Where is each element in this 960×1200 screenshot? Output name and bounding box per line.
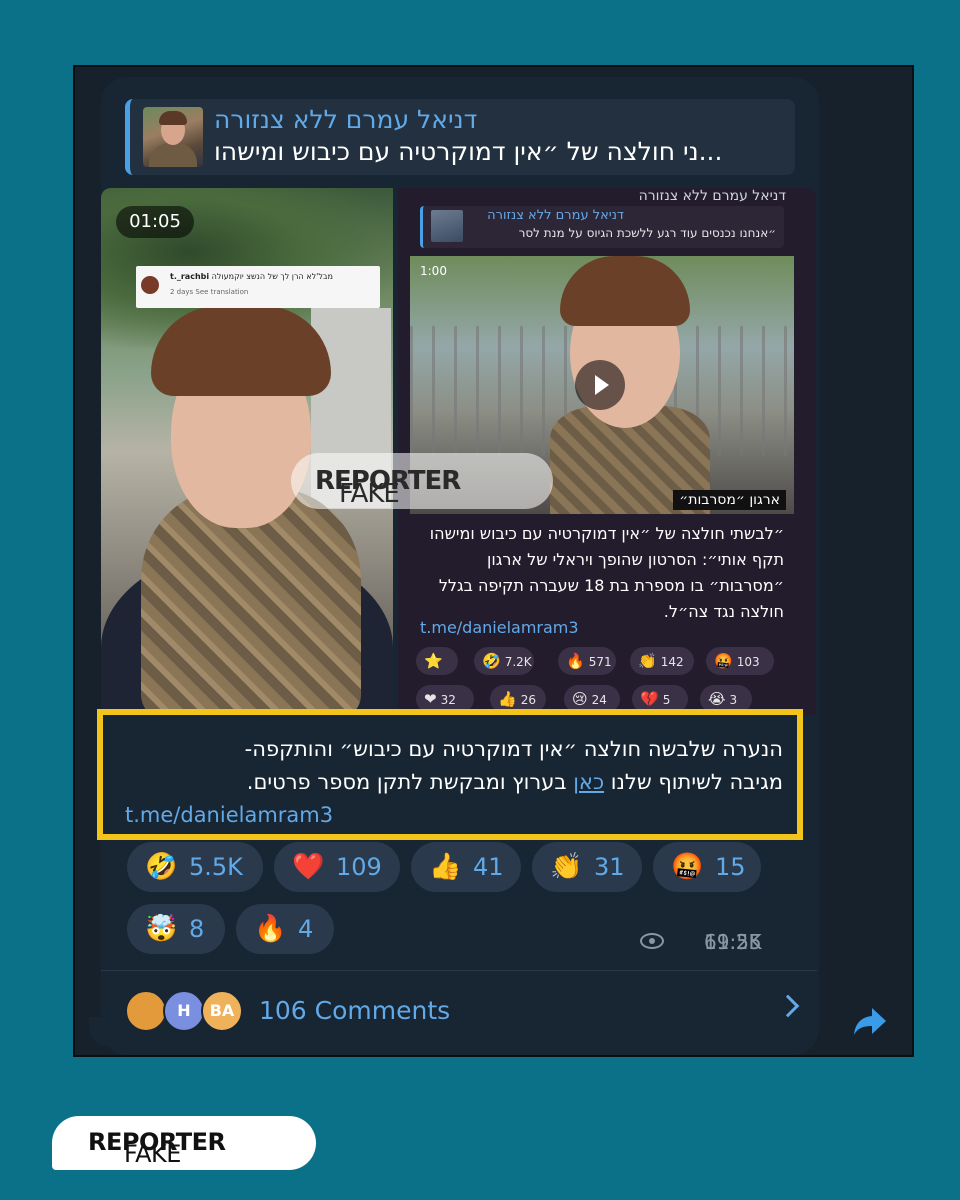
- reaction-icon: 🔥: [254, 914, 287, 944]
- reaction-count: 109: [336, 853, 382, 881]
- mini-reaction-icon: 👍: [498, 690, 517, 708]
- comment-meta: 2 days See translation: [170, 288, 249, 296]
- message-link[interactable]: t.me/danielamram3: [125, 803, 333, 827]
- reaction-count: 4: [298, 915, 314, 943]
- comments-button[interactable]: 106 Comments: [259, 996, 450, 1025]
- mini-reaction-icon: 👏: [638, 652, 657, 670]
- mini-reaction-chip: 🤬 103: [706, 647, 774, 675]
- mini-reaction-chip: 👏 142: [630, 647, 694, 675]
- video-label: ארגון ״מסרבות״: [673, 490, 786, 510]
- right-reply-author: דניאל עמרם ללא צנזורה: [487, 208, 624, 223]
- mini-reaction-icon: 💔: [640, 690, 659, 708]
- mini-reaction-chip: 🔥 571: [558, 647, 616, 675]
- reaction-count: 5.5K: [189, 853, 243, 881]
- play-icon[interactable]: [575, 360, 625, 410]
- avatar: H: [163, 990, 205, 1032]
- mini-reaction-icon: 🔥: [566, 652, 585, 670]
- reply-author: דניאל עמרם ללא צנזורה: [214, 105, 478, 134]
- post-time: 19:55: [704, 930, 762, 954]
- avatar: [125, 990, 167, 1032]
- here-link[interactable]: כאן: [573, 770, 604, 794]
- mini-reaction-count: 24: [591, 693, 607, 707]
- right-reply-text: ״אנחנו נכנסים עוד רגע ללשכת הגיוס על מנת…: [518, 226, 776, 240]
- mini-reaction-chip: 🤣 7.2K: [474, 647, 534, 675]
- commenter-avatars: H BA: [125, 990, 245, 1036]
- mini-reaction-count: 142: [660, 655, 684, 669]
- mini-reaction-count: 103: [736, 655, 760, 669]
- comment-user: t._rachbi: [170, 272, 210, 281]
- eye-icon: [640, 933, 664, 949]
- mini-reaction-count: 32: [440, 693, 456, 707]
- mini-reaction-icon: 😢: [572, 690, 588, 708]
- reaction-icon: 👍: [429, 852, 462, 882]
- mini-reaction-icon: 🤣: [482, 652, 501, 670]
- right-video-time: 1:00: [420, 264, 447, 278]
- avatar: BA: [201, 990, 243, 1032]
- right-link[interactable]: t.me/danielamram3: [420, 618, 579, 637]
- reaction-count: 41: [473, 853, 504, 881]
- reaction-chip[interactable]: 👍 41: [411, 842, 521, 892]
- comment-text: מבל'לא הרן לך של הנשצ יוקמעולה: [211, 272, 333, 281]
- divider: [101, 970, 817, 971]
- reaction-chip[interactable]: 🤯 8: [127, 904, 225, 954]
- video-duration: 01:05: [116, 206, 194, 238]
- highlighted-message: הנערה שלבשה חולצה ״אין דמוקרטיה עם כיבוש…: [97, 709, 803, 840]
- reaction-count: 31: [594, 853, 625, 881]
- right-channel-name: דניאל עמרם ללא צנזורה: [638, 188, 786, 204]
- reply-preview[interactable]: דניאל עמרם ללא צנזורה ני חולצה של ״אין ד…: [125, 99, 795, 175]
- mini-reaction-count: 3: [729, 693, 738, 707]
- reaction-chip[interactable]: 👏 31: [532, 842, 642, 892]
- mini-reaction-icon: 😭: [708, 690, 726, 708]
- reaction-chip[interactable]: 🤬 15: [653, 842, 761, 892]
- reaction-chip[interactable]: 🤣 5.5K: [127, 842, 263, 892]
- mini-reaction-icon: ⭐: [424, 652, 443, 670]
- share-icon[interactable]: [852, 1004, 888, 1038]
- message-line2-start: מגיבה לשיתוף שלנו: [610, 770, 783, 794]
- watermark-part1: FAKE: [339, 479, 400, 509]
- right-reply-preview: דניאל עמרם ללא צנזורה ״אנחנו נכנסים עוד …: [420, 206, 784, 248]
- mini-reaction-chip: ⭐: [416, 647, 458, 675]
- reaction-count: 8: [189, 915, 205, 943]
- reply-thumbnail: [143, 107, 203, 167]
- reaction-icon: ❤️: [292, 852, 325, 882]
- mini-reaction-count: 7.2K: [504, 655, 532, 669]
- reaction-chip[interactable]: ❤️ 109: [274, 842, 400, 892]
- mini-reaction-count: 571: [588, 655, 612, 669]
- reaction-icon: 🤯: [145, 914, 178, 944]
- right-caption: ״לבשתי חולצה של ״אין דמוקרטיה עם כיבוש ו…: [429, 524, 784, 621]
- fakereporter-logo: FAKE REPORTER: [52, 1116, 316, 1170]
- mini-reaction-count: 5: [662, 693, 671, 707]
- reply-text: ני חולצה של ״אין דמוקרטיה עם כיבוש ומישה…: [214, 137, 723, 166]
- reaction-count: 15: [715, 853, 746, 881]
- right-screenshot[interactable]: דניאל עמרם ללא צנזורה דניאל עמרם ללא צנז…: [398, 188, 816, 715]
- left-video[interactable]: t._rachbi מבל'לא הרן לך של הנשצ יוקמעולה…: [101, 188, 393, 715]
- message-line2-end: בערוץ ומבקשת לתקן מספר פרטים.: [246, 770, 567, 794]
- reaction-icon: 👏: [550, 852, 583, 882]
- reaction-chip[interactable]: 🔥 4: [236, 904, 334, 954]
- logo-part1: FAKE: [124, 1140, 181, 1168]
- message-line1: הנערה שלבשה חולצה ״אין דמוקרטיה עם כיבוש…: [244, 737, 783, 761]
- message-line2: מגיבה לשיתוף שלנו כאן בערוץ ומבקשת לתקן …: [247, 770, 783, 794]
- reaction-icon: 🤣: [145, 852, 178, 882]
- mini-reaction-icon: ❤: [424, 690, 437, 708]
- reaction-icon: 🤬: [671, 852, 704, 882]
- mini-reaction-count: 26: [520, 693, 536, 707]
- mini-reaction-icon: 🤬: [714, 652, 733, 670]
- fakereporter-watermark: FAKE REPORTER: [291, 453, 553, 509]
- comment-overlay: t._rachbi מבל'לא הרן לך של הנשצ יוקמעולה…: [136, 266, 380, 308]
